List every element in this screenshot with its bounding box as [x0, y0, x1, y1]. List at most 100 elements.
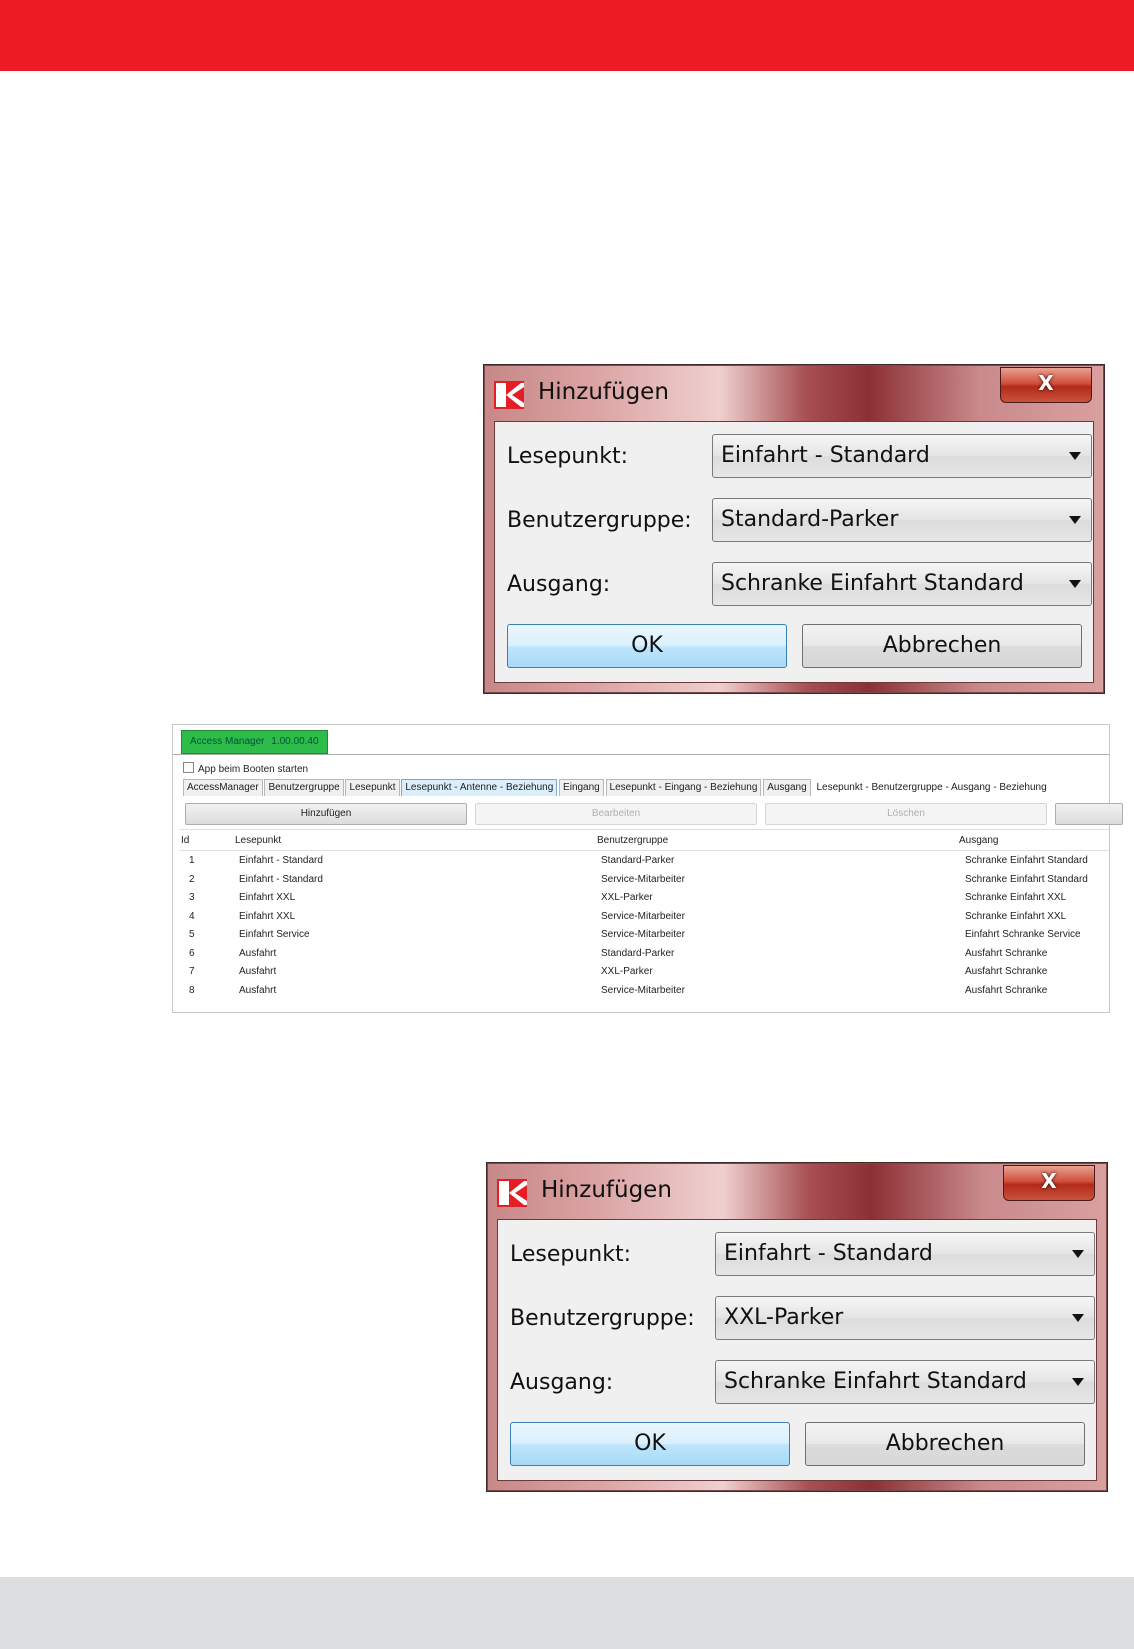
cell-benutzergruppe: Service-Mitarbeiter	[601, 873, 685, 885]
footer-bar	[0, 1577, 1134, 1649]
chevron-down-icon	[1072, 1314, 1084, 1322]
chevron-down-icon	[1069, 452, 1081, 460]
ausgang-label: Ausgang:	[510, 1370, 614, 1395]
tab-lesepunkt-benutzergruppe-ausgang[interactable]: Lesepunkt - Benutzergruppe - Ausgang - B…	[812, 779, 1051, 796]
benutzergruppe-value: XXL-Parker	[724, 1305, 844, 1330]
benutzergruppe-label: Benutzergruppe:	[507, 508, 692, 533]
extra-button[interactable]	[1055, 803, 1123, 825]
toolbar: Hinzufügen Bearbeiten Löschen	[185, 803, 1123, 825]
dialog-body: Lesepunkt: Einfahrt - Standard Benutzerg…	[494, 421, 1094, 683]
table-row[interactable]: 3 Einfahrt XXL XXL-Parker Schranke Einfahrt…	[179, 889, 1109, 907]
ausgang-value: Schranke Einfahrt Standard	[721, 571, 1024, 596]
cell-ausgang: Schranke Einfahrt Standard	[965, 873, 1088, 885]
tab-lesepunkt-antenne[interactable]: Lesepunkt - Antenne - Beziehung	[401, 779, 558, 796]
cell-ausgang: Ausfahrt Schranke	[965, 966, 1048, 977]
cell-ausgang: Ausfahrt Schranke	[965, 984, 1048, 996]
col-benutzergruppe[interactable]: Benutzergruppe	[597, 832, 668, 850]
table-row[interactable]: 6 Ausfahrt Standard-Parker Ausfahrt Schrank…	[179, 945, 1109, 963]
add-button[interactable]: Hinzufügen	[185, 803, 467, 825]
close-button[interactable]: X	[1003, 1165, 1095, 1201]
table-row[interactable]: 7 Ausfahrt XXL-Parker Ausfahrt Schranke	[179, 963, 1109, 981]
edit-button[interactable]: Bearbeiten	[475, 803, 757, 825]
cell-benutzergruppe: Service-Mitarbeiter	[601, 910, 685, 922]
ausgang-select[interactable]: Schranke Einfahrt Standard	[712, 562, 1092, 606]
cell-benutzergruppe: XXL-Parker	[601, 892, 653, 903]
cell-lesepunkt: Ausfahrt	[239, 984, 277, 996]
cell-lesepunkt: Einfahrt XXL	[239, 892, 296, 903]
benutzergruppe-select[interactable]: Standard-Parker	[712, 498, 1092, 542]
dialog-body: Lesepunkt: Einfahrt - Standard Benutzerg…	[497, 1219, 1097, 1481]
lesepunkt-select[interactable]: Einfahrt - Standard	[715, 1232, 1095, 1276]
table-row[interactable]: 4 Einfahrt XXL Service-Mitarbeiter Schranke…	[179, 908, 1109, 926]
chevron-down-icon	[1072, 1378, 1084, 1386]
col-ausgang[interactable]: Ausgang	[959, 832, 998, 850]
tab-lesepunkt[interactable]: Lesepunkt	[345, 779, 400, 796]
dialog-title: Hinzufügen	[538, 379, 669, 405]
lesepunkt-value: Einfahrt - Standard	[721, 443, 930, 468]
cell-lesepunkt: Einfahrt XXL	[239, 910, 296, 922]
tab-access-manager[interactable]: Access Manager 1.00.00.40	[181, 730, 328, 754]
table-row[interactable]: 5 Einfahrt Service Service-Mitarbeiter Einf…	[179, 926, 1109, 944]
cell-benutzergruppe: Standard-Parker	[601, 947, 675, 959]
cancel-button[interactable]: Abbrechen	[805, 1422, 1085, 1466]
table-row[interactable]: 2 Einfahrt - Standard Service-Mitarbeiter S…	[179, 871, 1109, 889]
cell-benutzergruppe: XXL-Parker	[601, 966, 653, 977]
cell-id: 2	[189, 873, 195, 885]
cell-lesepunkt: Ausfahrt	[239, 947, 277, 959]
app-version: 1.00.00.40	[271, 736, 319, 747]
chevron-down-icon	[1069, 580, 1081, 588]
relation-tabs: AccessManager Benutzergruppe Lesepunkt L…	[183, 779, 1109, 797]
tab-accessmanager[interactable]: AccessManager	[183, 779, 263, 796]
tab-lesepunkt-eingang[interactable]: Lesepunkt - Eingang - Beziehung	[605, 779, 762, 796]
tab-benutzergruppe[interactable]: Benutzergruppe	[264, 779, 344, 796]
cell-lesepunkt: Einfahrt - Standard	[239, 873, 323, 885]
ok-button[interactable]: OK	[507, 624, 787, 668]
cell-id: 7	[189, 966, 195, 977]
ausgang-label: Ausgang:	[507, 572, 611, 597]
ausgang-select[interactable]: Schranke Einfahrt Standard	[715, 1360, 1095, 1404]
cell-ausgang: Einfahrt Schranke Service	[965, 929, 1081, 940]
add-dialog-bottom: Hinzufügen X Lesepunkt: Einfahrt - Stand…	[486, 1162, 1108, 1492]
close-button[interactable]: X	[1000, 367, 1092, 403]
ok-button[interactable]: OK	[510, 1422, 790, 1466]
app-logo-icon	[494, 381, 524, 409]
cell-lesepunkt: Ausfahrt	[239, 966, 277, 977]
lesepunkt-label: Lesepunkt:	[507, 444, 629, 469]
boot-checkbox-label: App beim Booten starten	[198, 764, 309, 775]
ausgang-value: Schranke Einfahrt Standard	[724, 1369, 1027, 1394]
boot-checkbox-row[interactable]: App beim Booten starten	[183, 762, 308, 775]
cancel-button[interactable]: Abbrechen	[802, 624, 1082, 668]
cell-id: 4	[189, 910, 195, 922]
table-row[interactable]: 1 Einfahrt - Standard Standard-Parker Schra…	[179, 852, 1109, 870]
chevron-down-icon	[1072, 1250, 1084, 1258]
cell-id: 6	[189, 947, 195, 959]
cell-ausgang: Schranke Einfahrt XXL	[965, 892, 1067, 903]
cell-benutzergruppe: Service-Mitarbeiter	[601, 929, 685, 940]
cell-ausgang: Schranke Einfahrt XXL	[965, 910, 1067, 922]
delete-button[interactable]: Löschen	[765, 803, 1047, 825]
tab-eingang[interactable]: Eingang	[559, 779, 604, 796]
boot-checkbox[interactable]	[183, 762, 194, 773]
header-bar	[0, 0, 1134, 71]
chevron-down-icon	[1069, 516, 1081, 524]
cell-id: 1	[189, 855, 195, 866]
cell-id: 8	[189, 984, 195, 996]
benutzergruppe-value: Standard-Parker	[721, 507, 899, 532]
tab-ausgang[interactable]: Ausgang	[763, 779, 811, 796]
add-dialog-top: Hinzufügen X Lesepunkt: Einfahrt - Stand…	[483, 364, 1105, 694]
benutzergruppe-select[interactable]: XXL-Parker	[715, 1296, 1095, 1340]
cell-ausgang: Ausfahrt Schranke	[965, 947, 1048, 959]
divider	[173, 754, 1109, 755]
lesepunkt-label: Lesepunkt:	[510, 1242, 632, 1267]
benutzergruppe-label: Benutzergruppe:	[510, 1306, 695, 1331]
app-title: Access Manager	[190, 736, 265, 747]
col-id[interactable]: Id	[181, 832, 189, 850]
cell-id: 5	[189, 929, 195, 940]
cell-benutzergruppe: Standard-Parker	[601, 855, 675, 866]
app-logo-icon	[497, 1179, 527, 1207]
lesepunkt-select[interactable]: Einfahrt - Standard	[712, 434, 1092, 478]
cell-lesepunkt: Einfahrt Service	[239, 929, 310, 940]
col-lesepunkt[interactable]: Lesepunkt	[235, 832, 281, 850]
table-row[interactable]: 8 Ausfahrt Service-Mitarbeiter Ausfahrt Sch…	[179, 982, 1109, 1000]
cell-benutzergruppe: Service-Mitarbeiter	[601, 984, 685, 996]
